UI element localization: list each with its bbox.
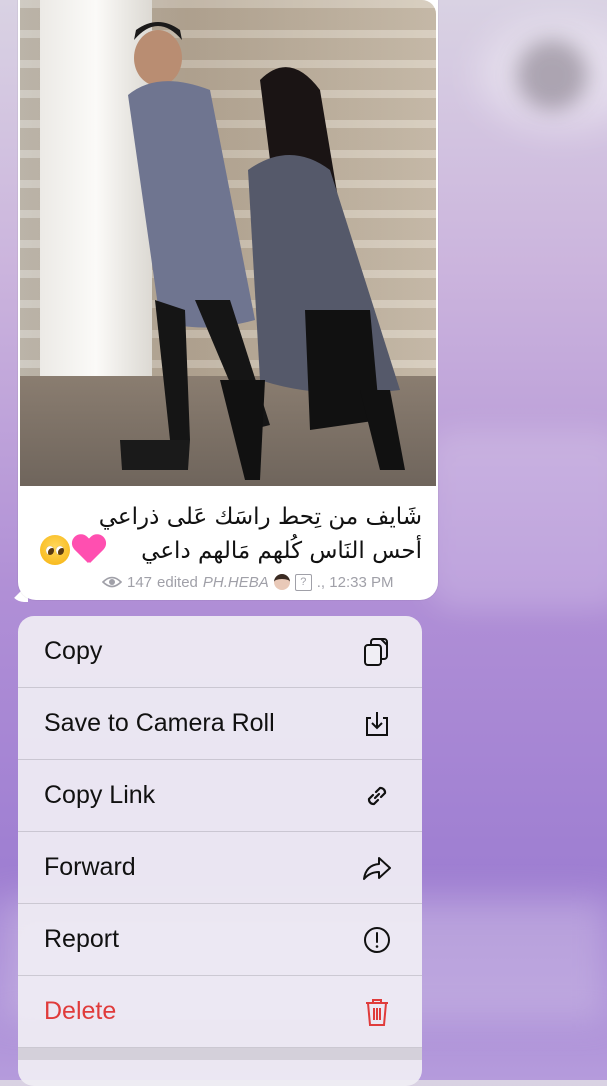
views-eye-icon: [102, 576, 122, 588]
menu-separator: [18, 1048, 422, 1060]
couple-figure: [120, 22, 405, 480]
caption-emojis: [40, 535, 106, 565]
menu-item-forward[interactable]: Forward: [18, 832, 422, 904]
pink-heart-icon: [72, 535, 106, 565]
forward-icon: [360, 851, 394, 885]
pleading-face-icon: [40, 535, 70, 565]
menu-item-label: Copy Link: [44, 781, 156, 809]
caption-line-1: شَايف من تِحط راسَك عَلى ذراعي: [98, 504, 422, 530]
author-name: PH.HEBA: [202, 573, 269, 591]
link-icon: [360, 779, 394, 813]
menu-item-label: Forward: [44, 853, 136, 881]
context-menu: Copy Save to Camera Roll Copy Link Forwa…: [18, 616, 422, 1086]
edited-label: edited: [157, 573, 198, 591]
menu-item-label: Copy: [44, 637, 103, 665]
message-photo[interactable]: [20, 0, 436, 486]
menu-item-copy-link[interactable]: Copy Link: [18, 760, 422, 832]
menu-item-report[interactable]: Report: [18, 904, 422, 976]
copy-icon: [360, 635, 394, 669]
message-bubble[interactable]: شَايف من تِحط راسَك عَلى ذراعي أحس النَا…: [18, 0, 438, 600]
menu-item-label: Report: [44, 925, 120, 953]
author-emoji-icon: [273, 574, 290, 590]
message-time: ., 12:33 PM: [316, 573, 394, 591]
save-icon: [360, 707, 394, 741]
message-meta: 147 edited PH.HEBA ? ., 12:33 PM: [102, 571, 393, 593]
menu-item-label: Delete: [44, 997, 117, 1025]
report-icon: [360, 923, 394, 957]
menu-item-copy[interactable]: Copy: [18, 616, 422, 688]
trash-icon: [360, 995, 394, 1029]
menu-item-label: Save to Camera Roll: [44, 709, 275, 737]
menu-item-delete[interactable]: Delete: [18, 976, 422, 1048]
unknown-glyph-icon: ?: [294, 573, 312, 591]
views-count: 147: [127, 573, 153, 591]
menu-item-save-to-camera-roll[interactable]: Save to Camera Roll: [18, 688, 422, 760]
